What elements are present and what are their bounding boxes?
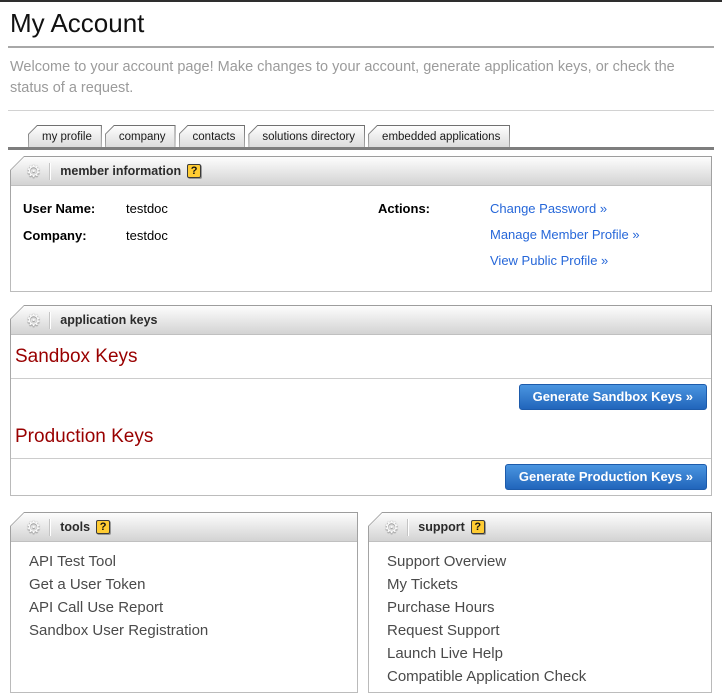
- header-separator: [49, 519, 51, 536]
- member-information-title: member information: [60, 164, 181, 178]
- member-information-panel: ⚙ member information ? User Name: testdo…: [10, 156, 712, 292]
- application-keys-panel: ⚙ application keys Sandbox Keys Generate…: [10, 305, 712, 496]
- header-separator: [49, 163, 51, 180]
- sandbox-user-registration-link[interactable]: Sandbox User Registration: [29, 619, 357, 642]
- tools-list: API Test Tool Get a User Token API Call …: [11, 542, 357, 646]
- gear-icon: ⚙: [384, 519, 399, 536]
- help-icon[interactable]: ?: [187, 164, 201, 178]
- tab-underline: [8, 147, 714, 150]
- application-keys-header: ⚙ application keys: [11, 306, 711, 335]
- tab-solutions-directory[interactable]: solutions directory: [248, 125, 365, 147]
- support-overview-link[interactable]: Support Overview: [387, 550, 711, 573]
- api-call-use-report-link[interactable]: API Call Use Report: [29, 596, 357, 619]
- production-keys-heading: Production Keys: [11, 415, 711, 458]
- view-public-profile-link[interactable]: View Public Profile »: [490, 253, 640, 268]
- support-header: ⚙ support ?: [369, 513, 711, 542]
- tab-solutions-directory-label: solutions directory: [249, 126, 364, 147]
- sandbox-keys-heading: Sandbox Keys: [11, 335, 711, 378]
- application-keys-title: application keys: [60, 313, 157, 327]
- gear-icon: ⚙: [26, 519, 41, 536]
- page-content: My Account Welcome to your account page!…: [0, 8, 722, 693]
- user-name-label: User Name:: [23, 201, 126, 216]
- support-list: Support Overview My Tickets Purchase Hou…: [369, 542, 711, 692]
- generate-sandbox-keys-button[interactable]: Generate Sandbox Keys »: [519, 384, 707, 410]
- api-test-tool-link[interactable]: API Test Tool: [29, 550, 357, 573]
- change-password-link[interactable]: Change Password »: [490, 201, 640, 216]
- help-icon[interactable]: ?: [96, 520, 110, 534]
- my-tickets-link[interactable]: My Tickets: [387, 573, 711, 596]
- tools-header: ⚙ tools ?: [11, 513, 357, 542]
- company-value: testdoc: [126, 228, 168, 243]
- get-user-token-link[interactable]: Get a User Token: [29, 573, 357, 596]
- compatible-application-check-link[interactable]: Compatible Application Check: [387, 665, 711, 688]
- member-information-body: User Name: testdoc Company: testdoc Acti…: [11, 186, 711, 291]
- tab-contacts[interactable]: contacts: [179, 125, 246, 147]
- tab-company-label: company: [106, 126, 175, 147]
- welcome-divider: [8, 110, 714, 111]
- tab-my-profile[interactable]: my profile: [28, 125, 102, 147]
- tab-contacts-label: contacts: [180, 126, 245, 147]
- tab-embedded-applications-label: embedded applications: [369, 126, 509, 147]
- help-icon[interactable]: ?: [471, 520, 485, 534]
- bottom-panels: ⚙ tools ? API Test Tool Get a User Token…: [10, 512, 712, 693]
- page-top-border: [0, 0, 722, 2]
- page-title: My Account: [10, 8, 714, 39]
- generate-production-keys-button[interactable]: Generate Production Keys »: [505, 464, 707, 490]
- launch-live-help-link[interactable]: Launch Live Help: [387, 642, 711, 665]
- support-panel: ⚙ support ? Support Overview My Tickets …: [368, 512, 712, 693]
- member-information-header: ⚙ member information ?: [11, 157, 711, 186]
- support-title: support: [418, 520, 465, 534]
- gear-icon: ⚙: [26, 312, 41, 329]
- title-divider: [8, 46, 714, 48]
- tab-embedded-applications[interactable]: embedded applications: [368, 125, 510, 147]
- user-name-row: User Name: testdoc: [23, 201, 378, 216]
- tools-title: tools: [60, 520, 90, 534]
- header-separator: [49, 312, 51, 329]
- tab-bar: my profile company contacts solutions di…: [28, 125, 714, 147]
- purchase-hours-link[interactable]: Purchase Hours: [387, 596, 711, 619]
- company-row: Company: testdoc: [23, 228, 378, 243]
- welcome-text: Welcome to your account page! Make chang…: [10, 57, 710, 99]
- user-name-value: testdoc: [126, 201, 168, 216]
- tab-my-profile-label: my profile: [29, 126, 101, 147]
- gear-icon: ⚙: [26, 163, 41, 180]
- tab-company[interactable]: company: [105, 125, 176, 147]
- request-support-link[interactable]: Request Support: [387, 619, 711, 642]
- actions-label: Actions:: [378, 201, 490, 279]
- company-label: Company:: [23, 228, 126, 243]
- header-separator: [407, 519, 409, 536]
- manage-member-profile-link[interactable]: Manage Member Profile »: [490, 227, 640, 242]
- tools-panel: ⚙ tools ? API Test Tool Get a User Token…: [10, 512, 358, 693]
